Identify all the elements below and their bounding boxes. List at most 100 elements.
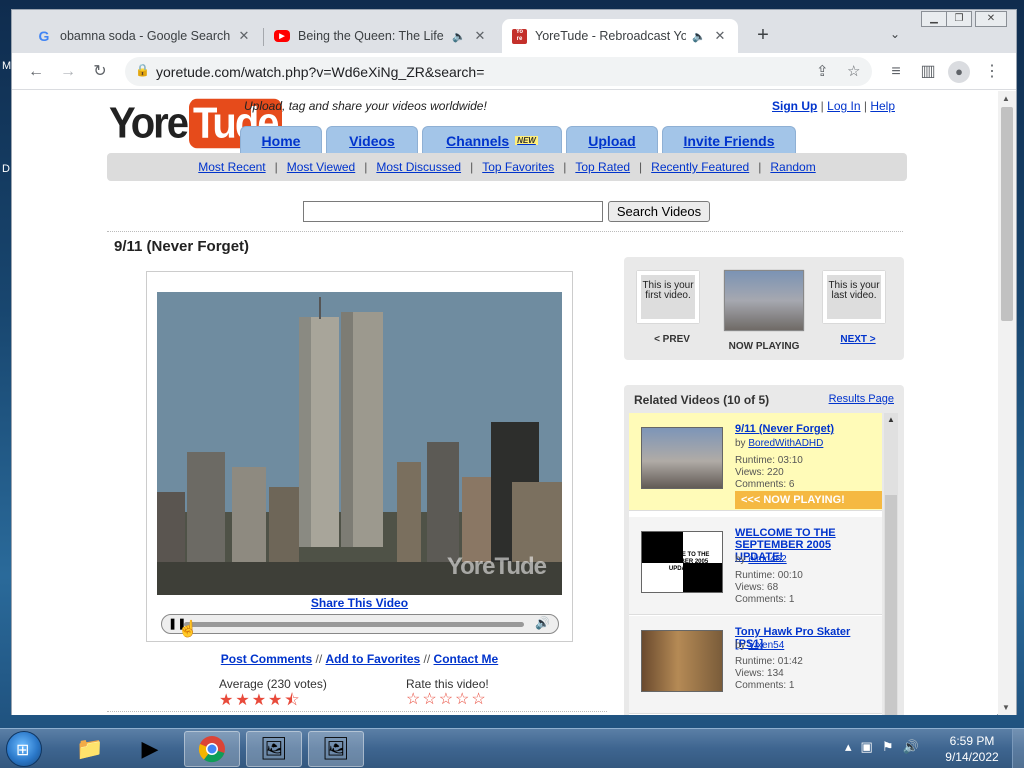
nav-tab-videos[interactable]: Videos xyxy=(326,126,418,154)
address-bar[interactable]: 🔒 yoretude.com/watch.php?v=Wd6eXiNg_ZR&s… xyxy=(125,57,872,86)
subnav-top-rated[interactable]: Top Rated xyxy=(575,160,630,174)
lock-icon[interactable]: 🔒 xyxy=(135,63,150,77)
speaker-icon[interactable]: 🔊 xyxy=(902,739,918,755)
runtime: Runtime: 03:10 xyxy=(735,455,803,466)
divider xyxy=(107,231,903,232)
nav-tab-home[interactable]: Home xyxy=(240,126,322,154)
new-badge: NEW xyxy=(515,136,538,145)
main-nav: Home Videos Channels NEW Upload Invite Fr… xyxy=(240,126,796,154)
uploader-link[interactable]: BoredWithADHD xyxy=(748,438,823,449)
related-list-scrollbar[interactable]: ▲ xyxy=(884,413,898,715)
nav-tab-channels[interactable]: Channels NEW xyxy=(422,126,562,154)
volume-icon[interactable]: 🔊 xyxy=(535,616,550,630)
runtime: Runtime: 01:42 xyxy=(735,656,803,667)
desktop-icon-label: D xyxy=(2,163,10,175)
reload-icon[interactable]: ↻ xyxy=(89,61,111,83)
menu-kebab-icon[interactable]: ⋮ xyxy=(981,61,1003,83)
sub-nav: Most Recent | Most Viewed | Most Discussed… xyxy=(107,153,907,181)
close-tab-icon[interactable]: ✕ xyxy=(236,28,252,44)
next-link[interactable]: NEXT > xyxy=(823,334,893,345)
related-video-title[interactable]: 9/11 (Never Forget) xyxy=(735,423,880,435)
image-viewer-icon[interactable]: 🖼 xyxy=(246,731,302,767)
audio-playing-icon[interactable]: 🔈 xyxy=(692,30,706,43)
clock[interactable]: 6:59 PM 9/14/2022 xyxy=(940,733,1004,765)
reading-list-icon[interactable]: ≡ xyxy=(885,61,907,83)
browser-window: G obamna soda - Google Search ✕ ▶ Being … xyxy=(11,9,1017,715)
rate-video-stars[interactable]: ☆☆☆☆☆ xyxy=(406,689,488,709)
now-playing-thumb[interactable] xyxy=(724,270,804,331)
tab-title: obamna soda - Google Search xyxy=(60,29,230,43)
post-comments-link[interactable]: Post Comments xyxy=(221,652,312,666)
tab-google-search[interactable]: G obamna soda - Google Search ✕ xyxy=(26,19,262,53)
contact-me-link[interactable]: Contact Me xyxy=(434,652,499,666)
divider xyxy=(107,711,607,712)
search-videos-button[interactable]: Search Videos xyxy=(608,201,710,222)
list-item[interactable]: 9/11 (Never Forget) by BoredWithADHD Run… xyxy=(629,413,882,511)
scrollbar-thumb[interactable] xyxy=(885,495,897,715)
by-label: by xyxy=(735,554,749,565)
maximize-button[interactable]: ❐ xyxy=(946,11,972,27)
device-icon[interactable]: ▣ xyxy=(861,739,873,755)
video-thumbnail[interactable] xyxy=(641,630,723,692)
help-link[interactable]: Help xyxy=(870,99,895,113)
video-frame[interactable]: YoreTude xyxy=(157,292,562,595)
subnav-most-viewed[interactable]: Most Viewed xyxy=(287,160,355,174)
subnav-random[interactable]: Random xyxy=(770,160,815,174)
profile-avatar-icon[interactable]: ● xyxy=(948,61,970,83)
subnav-most-recent[interactable]: Most Recent xyxy=(198,160,265,174)
list-item[interactable]: WELCOME TO THE SEPTEMBER 2005 UPDATE! WE… xyxy=(629,517,882,615)
next-video-thumb[interactable]: This is your last video. xyxy=(823,271,885,323)
start-button[interactable]: ⊞ xyxy=(6,731,42,767)
scroll-up-arrow-icon[interactable]: ▲ xyxy=(887,415,895,424)
video-thumbnail[interactable] xyxy=(641,427,723,489)
close-window-button[interactable]: ✕ xyxy=(975,11,1007,27)
file-explorer-icon[interactable]: 📁 xyxy=(62,731,118,767)
forward-arrow-icon[interactable]: → xyxy=(57,61,79,83)
sign-up-link[interactable]: Sign Up xyxy=(772,99,817,113)
audio-playing-icon[interactable]: 🔈 xyxy=(452,30,466,43)
show-hidden-icons-icon[interactable]: ▴ xyxy=(845,739,852,755)
scrollbar-thumb[interactable] xyxy=(1001,107,1013,321)
chrome-icon[interactable] xyxy=(184,731,240,767)
subnav-recently-featured[interactable]: Recently Featured xyxy=(651,160,749,174)
windows-taskbar: ⊞ 📁 ▶ 🖼 🖼 ▴ ▣ ⚑ 🔊 6:59 PM 9/14/2022 xyxy=(0,728,1024,768)
back-arrow-icon[interactable]: ← xyxy=(25,61,47,83)
comments-count: Comments: 6 xyxy=(735,479,795,490)
uploader-link[interactable]: elmo452 xyxy=(748,554,786,565)
minimize-button[interactable]: ▁ xyxy=(921,11,947,27)
prev-video-thumb[interactable]: This is your first video. xyxy=(637,271,699,323)
nav-tab-label: Home xyxy=(261,132,301,149)
media-player-icon[interactable]: ▶ xyxy=(122,731,178,767)
nav-tab-upload[interactable]: Upload xyxy=(566,126,658,154)
close-tab-icon[interactable]: ✕ xyxy=(472,28,488,44)
scroll-up-arrow-icon[interactable]: ▲ xyxy=(1002,94,1010,103)
show-desktop-button[interactable] xyxy=(1012,729,1024,768)
subnav-top-favorites[interactable]: Top Favorites xyxy=(482,160,554,174)
close-tab-icon[interactable]: ✕ xyxy=(712,28,728,44)
uploader: by Vixen54 xyxy=(735,640,784,652)
add-to-favorites-link[interactable]: Add to Favorites xyxy=(326,652,421,666)
share-video-link[interactable]: Share This Video xyxy=(147,596,572,610)
seek-bar[interactable] xyxy=(184,622,524,627)
bookmark-star-icon[interactable]: ☆ xyxy=(847,62,860,80)
subnav-most-discussed[interactable]: Most Discussed xyxy=(376,160,461,174)
scroll-down-arrow-icon[interactable]: ▼ xyxy=(1002,703,1010,712)
page-scrollbar[interactable]: ▲ ▼ xyxy=(998,91,1016,715)
results-page-link[interactable]: Results Page xyxy=(829,393,894,405)
tab-yoretube[interactable]: Yo re YoreTude - Rebroadcast Your 🔈 ✕ xyxy=(502,19,738,53)
network-icon[interactable]: ⚑ xyxy=(882,739,894,755)
search-input[interactable] xyxy=(303,201,603,222)
log-in-link[interactable]: Log In xyxy=(827,99,860,113)
tab-search-icon[interactable]: ⌄ xyxy=(890,27,900,41)
list-item[interactable]: Tony Hawk Pro Skater [PS1] by Vixen54 Ru… xyxy=(629,616,882,714)
uploader-link[interactable]: Vixen54 xyxy=(748,640,784,651)
new-tab-button[interactable]: + xyxy=(753,25,773,46)
tab-being-the-queen[interactable]: ▶ Being the Queen: The Life of 🔈 ✕ xyxy=(264,19,498,53)
address-url[interactable]: yoretude.com/watch.php?v=Wd6eXiNg_ZR&sea… xyxy=(156,64,484,80)
nav-tab-invite-friends[interactable]: Invite Friends xyxy=(662,126,796,154)
image-viewer-icon[interactable]: 🖼 xyxy=(308,731,364,767)
side-panel-icon[interactable]: ▥ xyxy=(917,61,939,83)
windows-logo-icon: ⊞ xyxy=(16,742,30,759)
share-icon[interactable]: ⇪ xyxy=(816,62,829,80)
video-thumbnail[interactable]: WELCOME TO THE SEPTEMBER 2005 UPDATE! xyxy=(641,531,723,593)
